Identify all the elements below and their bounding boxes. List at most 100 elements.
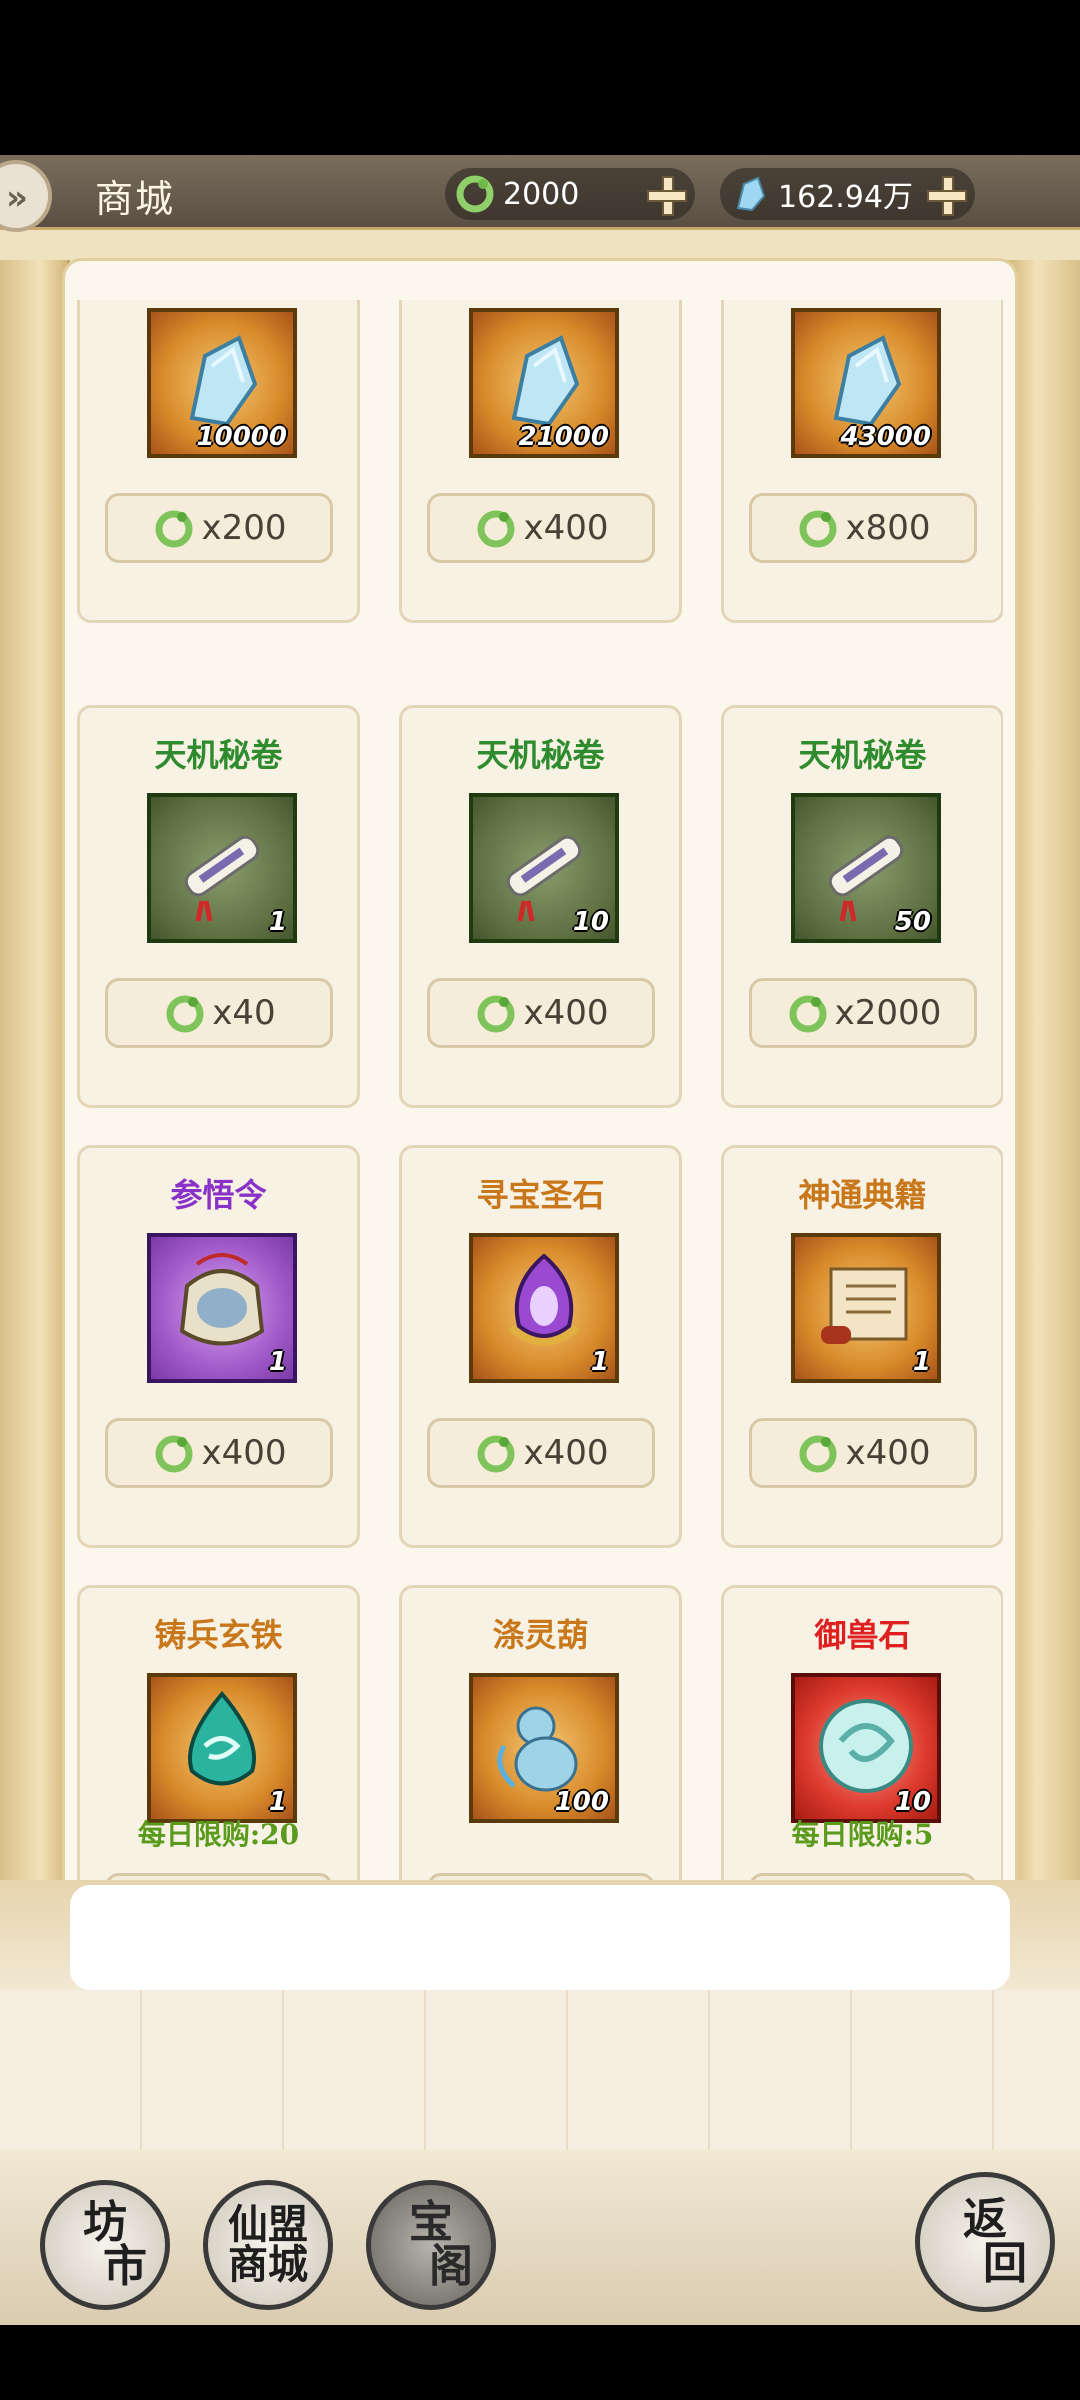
item-quantity: 1 (590, 1347, 609, 1377)
left-pillar (0, 260, 70, 1910)
item-name: 涤灵葫 (492, 1616, 589, 1654)
spirit-crystal-icon (736, 176, 766, 212)
jade-dragon-icon (477, 1435, 515, 1473)
token-icon (167, 1246, 277, 1370)
item-quantity: 10 (572, 907, 609, 937)
return-button[interactable]: 返 回 (915, 2172, 1055, 2312)
jade-dragon-icon (799, 1435, 837, 1473)
market-label-1: 坊 (83, 2197, 127, 2248)
shop-item-card[interactable]: 10000 x200 (77, 300, 360, 623)
return-label-1: 返 (963, 2194, 1007, 2245)
buy-button[interactable]: x400 (105, 1418, 333, 1488)
daily-limit: 每日限购:20 (137, 1818, 300, 1851)
iron-ore-icon (167, 1686, 277, 1810)
item-icon-frame[interactable]: 10 (791, 1673, 941, 1823)
shop-item-card[interactable]: 神通典籍 1 x400 (721, 1145, 1003, 1548)
item-icon-frame[interactable]: 1 (469, 1233, 619, 1383)
return-label-2: 回 (983, 2238, 1027, 2289)
jade-dragon-icon (456, 175, 494, 213)
buy-button[interactable]: x200 (105, 493, 333, 563)
buy-button[interactable]: x400 (427, 493, 655, 563)
item-name: 天机秘卷 (476, 736, 605, 774)
price-label: x400 (523, 1433, 609, 1473)
buy-button[interactable]: x400 (749, 1418, 977, 1488)
treasure-pavilion-button[interactable]: 宝 阁 (366, 2180, 496, 2310)
jade-dragon-icon (155, 510, 193, 548)
price-label: x400 (523, 993, 609, 1033)
shop-item-card[interactable]: 参悟令 1 x400 (77, 1145, 360, 1548)
shop-item-card[interactable]: 御兽石 10 每日限购:5 (721, 1585, 1003, 1885)
item-icon-frame[interactable]: 50 (791, 793, 941, 943)
price-label: x40 (212, 993, 276, 1033)
price-label: x2000 (834, 993, 942, 1033)
item-name: 寻宝圣石 (476, 1176, 605, 1214)
item-name: 御兽石 (814, 1616, 911, 1654)
shop-item-card[interactable]: 铸兵玄铁 1 每日限购:20 (77, 1585, 360, 1885)
alliance-shop-label-1: 仙盟 (228, 2201, 308, 2248)
price-label: x200 (201, 508, 287, 548)
shop-item-card[interactable]: 涤灵葫 100 (399, 1585, 682, 1885)
jade-dragon-icon (477, 995, 515, 1033)
jade-currency: 2000 (445, 168, 695, 220)
cloud-band (70, 1885, 1010, 1990)
jade-dragon-icon (155, 1435, 193, 1473)
jade-dragon-icon (477, 510, 515, 548)
add-jade-button[interactable] (645, 174, 687, 216)
price-label: x400 (523, 508, 609, 548)
buy-button[interactable]: x800 (749, 493, 977, 563)
item-icon-frame[interactable]: 1 (791, 1233, 941, 1383)
price-label: x400 (845, 1433, 931, 1473)
item-icon-frame[interactable]: 10000 (147, 308, 297, 458)
item-icon-frame[interactable]: 43000 (791, 308, 941, 458)
item-name: 天机秘卷 (798, 736, 927, 774)
buy-button[interactable]: x400 (427, 1418, 655, 1488)
buy-button[interactable]: x40 (105, 978, 333, 1048)
shop-item-card[interactable]: 寻宝圣石 1 x400 (399, 1145, 682, 1548)
nav-area (0, 2325, 1080, 2400)
item-quantity: 1 (268, 1347, 287, 1377)
status-area (0, 0, 1080, 155)
item-grid: 10000 x200 21000 x400 43000 x800 天机秘卷 1 x40 天机秘卷 1… (77, 300, 1003, 1885)
jade-dragon-icon (799, 510, 837, 548)
item-icon-frame[interactable]: 100 (469, 1673, 619, 1823)
buy-button[interactable]: x400 (427, 978, 655, 1048)
item-quantity: 1 (912, 1347, 931, 1377)
jade-dragon-icon (166, 995, 204, 1033)
shop-item-card[interactable]: 天机秘卷 50 x2000 (721, 705, 1003, 1108)
shop-item-card[interactable]: 43000 x800 (721, 300, 1003, 623)
item-quantity: 10000 (196, 422, 287, 452)
shop-item-card[interactable]: 天机秘卷 1 x40 (77, 705, 360, 1108)
treasure-stone-icon (489, 1246, 599, 1370)
shop-item-card[interactable]: 21000 x400 (399, 300, 682, 623)
alliance-shop-label-2: 商城 (228, 2241, 308, 2288)
item-name: 天机秘卷 (154, 736, 283, 774)
market-button[interactable]: 坊 市 (40, 2180, 170, 2310)
item-quantity: 43000 (840, 422, 931, 452)
item-icon-frame[interactable]: 1 (147, 793, 297, 943)
daily-limit: 每日限购:5 (791, 1818, 934, 1851)
chevron-right-icon: » (6, 178, 28, 218)
buy-button[interactable]: x2000 (749, 978, 977, 1048)
shop-item-card[interactable]: 天机秘卷 10 x400 (399, 705, 682, 1108)
book-scroll-icon (806, 1251, 926, 1365)
alliance-shop-button[interactable]: 仙盟 商城 (203, 2180, 333, 2310)
item-name: 铸兵玄铁 (154, 1616, 283, 1654)
item-quantity: 21000 (518, 422, 609, 452)
item-icon-frame[interactable]: 10 (469, 793, 619, 943)
market-label-2: 市 (103, 2241, 147, 2292)
treasure-label-1: 宝 (409, 2197, 453, 2248)
add-crystal-button[interactable] (925, 174, 967, 216)
crystal-currency: 162.94万 (720, 168, 975, 220)
crystal-amount: 162.94万 (778, 180, 913, 215)
page-title: 商城 (95, 177, 176, 221)
item-quantity: 50 (894, 907, 931, 937)
item-icon-frame[interactable]: 1 (147, 1673, 297, 1823)
treasure-label-2: 阁 (429, 2241, 473, 2292)
item-quantity: 100 (554, 1787, 609, 1817)
item-name: 神通典籍 (798, 1176, 927, 1214)
scroll-icon (162, 806, 282, 930)
item-icon-frame[interactable]: 21000 (469, 308, 619, 458)
item-icon-frame[interactable]: 1 (147, 1233, 297, 1383)
jade-amount: 2000 (503, 176, 580, 212)
jade-dragon-icon (789, 995, 827, 1033)
